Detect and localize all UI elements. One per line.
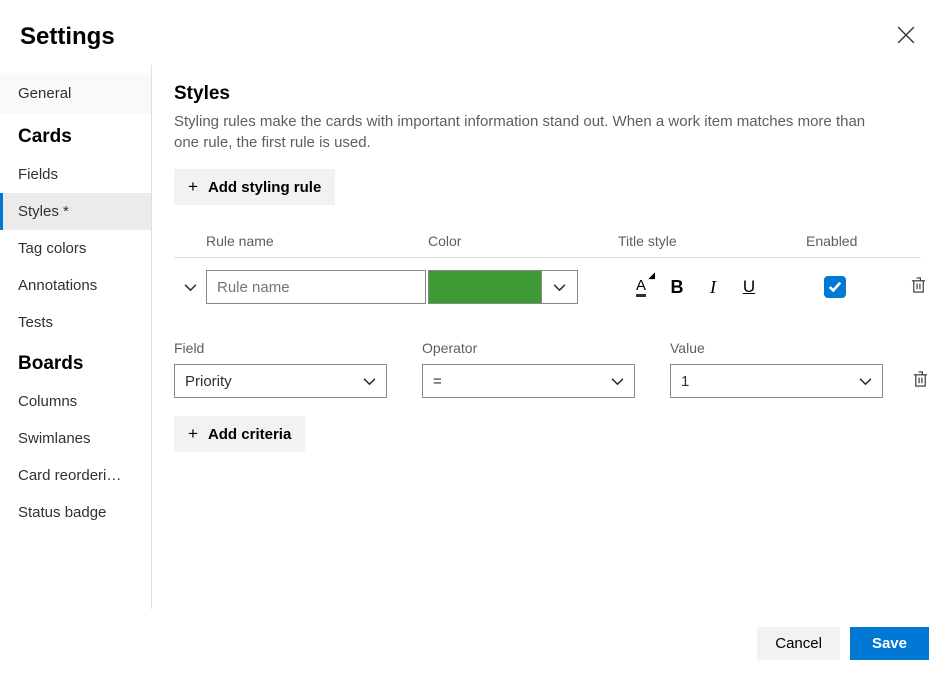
sidebar-item-fields[interactable]: Fields: [0, 156, 151, 193]
section-subtitle: Styling rules make the cards with import…: [174, 111, 894, 153]
underline-button[interactable]: U: [738, 273, 760, 301]
chevron-down-icon: [184, 281, 197, 294]
close-icon: [897, 26, 915, 44]
col-operator: Operator: [422, 340, 670, 356]
add-criteria-label: Add criteria: [208, 426, 291, 443]
font-color-button[interactable]: A◢: [630, 273, 652, 301]
add-styling-rule-label: Add styling rule: [208, 179, 321, 196]
sidebar: General Cards Fields Styles * Tag colors…: [0, 65, 152, 609]
col-color: Color: [428, 233, 618, 249]
add-criteria-button[interactable]: + Add criteria: [174, 416, 305, 452]
sidebar-item-annotations[interactable]: Annotations: [0, 267, 151, 304]
trash-icon: [912, 371, 929, 388]
cancel-button[interactable]: Cancel: [757, 627, 840, 660]
value-select[interactable]: 1: [670, 364, 883, 398]
check-icon: [828, 280, 842, 294]
expand-rule-button[interactable]: [174, 277, 206, 298]
delete-rule-button[interactable]: [906, 273, 931, 301]
plus-icon: +: [188, 177, 198, 197]
sidebar-item-status-badge[interactable]: Status badge: [0, 494, 151, 531]
plus-icon: +: [188, 424, 198, 444]
color-dropdown-button[interactable]: [541, 271, 577, 303]
bold-button[interactable]: B: [666, 273, 688, 301]
color-swatch: [429, 271, 541, 303]
chevron-down-icon: [611, 375, 624, 388]
sidebar-item-card-reordering[interactable]: Card reorderi…: [0, 457, 151, 494]
font-color-icon: A: [636, 278, 646, 297]
sidebar-item-swimlanes[interactable]: Swimlanes: [0, 420, 151, 457]
page-title: Settings: [20, 23, 115, 51]
close-button[interactable]: [891, 20, 921, 53]
sidebar-group-boards: Boards: [0, 341, 151, 383]
field-select-value: Priority: [185, 373, 232, 390]
field-select[interactable]: Priority: [174, 364, 387, 398]
col-enabled: Enabled: [806, 233, 949, 249]
italic-button[interactable]: I: [702, 273, 724, 301]
chevron-down-icon: [553, 281, 566, 294]
chevron-down-icon: [859, 375, 872, 388]
sidebar-item-styles[interactable]: Styles *: [0, 193, 151, 230]
col-title-style: Title style: [618, 233, 806, 249]
rule-name-input[interactable]: [206, 270, 426, 304]
add-styling-rule-button[interactable]: + Add styling rule: [174, 169, 335, 205]
delete-criteria-button[interactable]: [908, 367, 933, 395]
operator-select[interactable]: =: [422, 364, 635, 398]
sidebar-group-cards: Cards: [0, 114, 151, 156]
col-value: Value: [670, 340, 888, 356]
col-field: Field: [174, 340, 422, 356]
value-select-value: 1: [681, 373, 689, 390]
operator-select-value: =: [433, 373, 442, 390]
save-button[interactable]: Save: [850, 627, 929, 660]
chevron-down-icon: [363, 375, 376, 388]
main-panel: Styles Styling rules make the cards with…: [152, 65, 949, 609]
col-rule-name: Rule name: [206, 233, 428, 249]
sidebar-item-tests[interactable]: Tests: [0, 304, 151, 341]
section-heading: Styles: [174, 83, 921, 105]
enabled-checkbox[interactable]: [824, 276, 846, 298]
trash-icon: [910, 277, 927, 294]
sidebar-item-tag-colors[interactable]: Tag colors: [0, 230, 151, 267]
sidebar-item-general[interactable]: General: [0, 73, 151, 114]
color-picker[interactable]: [428, 270, 578, 304]
sidebar-item-columns[interactable]: Columns: [0, 383, 151, 420]
